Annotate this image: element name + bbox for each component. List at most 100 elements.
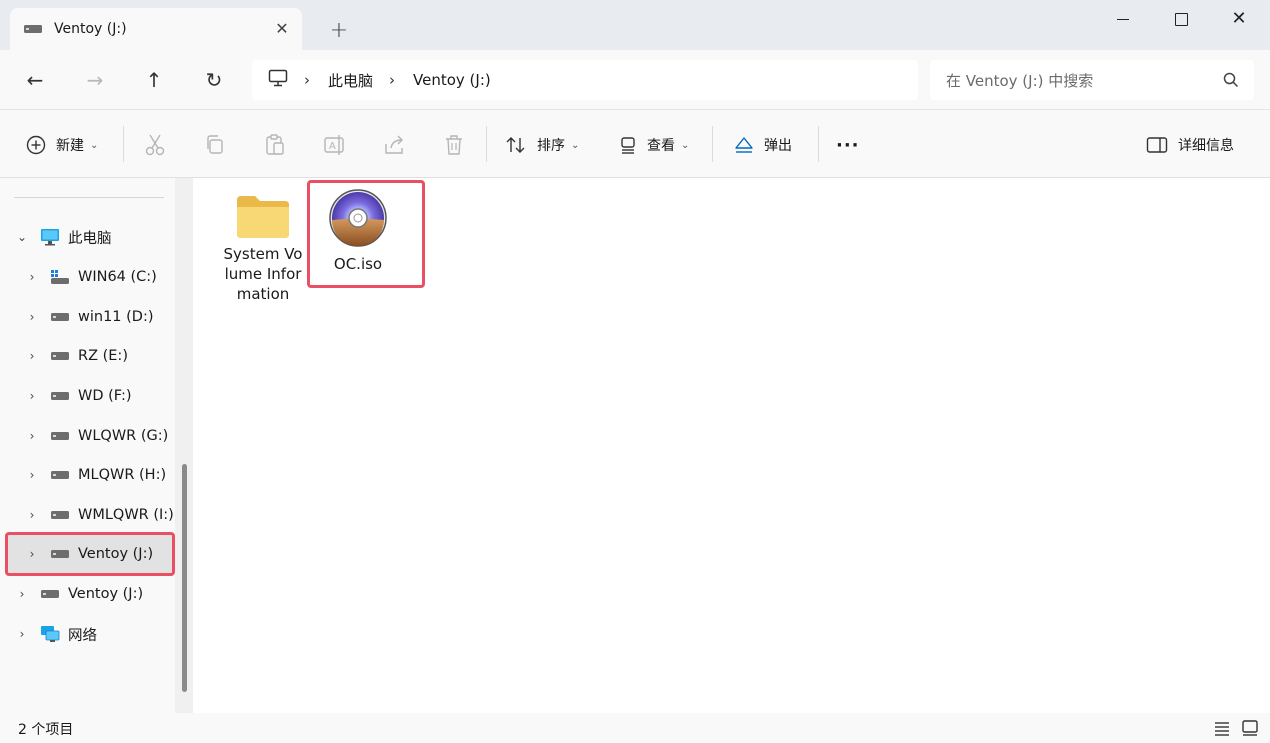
drive-icon — [50, 313, 70, 321]
search-input[interactable]: 在 Ventoy (J:) 中搜索 — [930, 60, 1254, 100]
new-tab-button[interactable]: + — [326, 18, 352, 44]
drive-icon — [40, 590, 60, 598]
sort-button[interactable]: 排序 ⌄ — [505, 130, 579, 160]
chevron-right-icon[interactable]: › — [14, 627, 30, 641]
sidebar-item-label: 网络 — [68, 627, 97, 644]
drive-icon — [24, 21, 42, 37]
eject-button[interactable]: 弹出 — [734, 130, 792, 160]
breadcrumb[interactable]: › 此电脑 › Ventoy (J:) — [252, 60, 918, 100]
refresh-button[interactable]: ↻ — [198, 64, 230, 96]
sidebar-item-network[interactable]: › 网络 — [14, 616, 97, 652]
sort-label: 排序 — [537, 138, 565, 154]
sidebar-item-drive-d[interactable]: › win11 (D:) — [24, 299, 154, 335]
network-icon — [40, 625, 60, 643]
file-selection-highlight — [307, 180, 425, 288]
divider — [818, 126, 819, 162]
windows-drive-icon — [50, 269, 70, 285]
sidebar-item-label: MLQWR (H:) — [78, 467, 167, 483]
view-icon — [621, 137, 635, 154]
sidebar-item-drive-e[interactable]: › RZ (E:) — [24, 338, 128, 374]
chevron-right-icon[interactable]: › — [24, 310, 40, 324]
drive-icon — [50, 511, 70, 519]
address-bar: ← → ↑ ↻ › 此电脑 › Ventoy (J:) 在 Ventoy (J:… — [0, 50, 1270, 110]
sidebar-item-drive-i[interactable]: › WMLQWR (I:) — [24, 497, 174, 533]
chevron-down-icon: ⌄ — [90, 139, 99, 151]
monitor-icon — [268, 69, 288, 91]
tab-close-button[interactable]: ✕ — [272, 19, 292, 39]
file-name: System Volume Information — [223, 245, 303, 303]
folder-icon — [237, 196, 289, 238]
paste-icon[interactable] — [262, 132, 288, 158]
copy-icon[interactable] — [202, 132, 228, 158]
tab-ventoy[interactable]: Ventoy (J:) ✕ — [10, 8, 302, 50]
divider — [486, 126, 487, 162]
more-options-button[interactable]: ··· — [836, 130, 860, 160]
eject-label: 弹出 — [764, 138, 792, 154]
sidebar-item-label: win11 (D:) — [78, 309, 154, 325]
forward-button[interactable]: → — [79, 64, 111, 96]
divider — [712, 126, 713, 162]
tab-title: Ventoy (J:) — [54, 21, 127, 37]
chevron-down-icon: ⌄ — [571, 139, 580, 151]
sidebar-item-label: RZ (E:) — [78, 348, 128, 364]
svg-text:A: A — [329, 141, 336, 152]
breadcrumb-ventoy[interactable]: Ventoy (J:) — [413, 71, 491, 89]
breadcrumb-this-pc[interactable]: 此电脑 — [328, 70, 373, 91]
sidebar-item-label: WIN64 (C:) — [78, 269, 157, 285]
maximize-button[interactable] — [1156, 6, 1206, 32]
divider — [14, 197, 164, 198]
sidebar-item-drive-f[interactable]: › WD (F:) — [24, 378, 132, 414]
drive-icon — [50, 352, 70, 360]
share-icon[interactable] — [382, 132, 408, 158]
breadcrumb-separator: › — [389, 71, 396, 89]
drive-icon — [50, 471, 70, 479]
chevron-right-icon[interactable]: › — [24, 389, 40, 403]
chevron-right-icon[interactable]: › — [24, 270, 40, 284]
sidebar-item-drive-j[interactable]: › Ventoy (J:) — [24, 536, 154, 572]
sidebar-item-label: Ventoy (J:) — [78, 546, 154, 562]
chevron-right-icon[interactable]: › — [24, 429, 40, 443]
sidebar-item-this-pc[interactable]: ⌄ 此电脑 — [14, 219, 112, 255]
drive-icon — [50, 550, 70, 558]
search-placeholder: 在 Ventoy (J:) 中搜索 — [946, 71, 1094, 90]
chevron-right-icon[interactable]: › — [14, 587, 30, 601]
sidebar-item-drive-g[interactable]: › WLQWR (G:) — [24, 418, 169, 454]
file-item-folder[interactable]: System Volume Information — [223, 192, 303, 304]
sidebar-item-label: WMLQWR (I:) — [78, 507, 174, 523]
up-button[interactable]: ↑ — [138, 64, 170, 96]
chevron-down-icon[interactable]: ⌄ — [14, 230, 30, 244]
sort-icon — [506, 137, 525, 153]
details-button[interactable]: 详细信息 — [1146, 130, 1234, 160]
new-button[interactable]: 新建 ⌄ — [26, 130, 98, 160]
sidebar-item-label: Ventoy (J:) — [68, 586, 144, 602]
chevron-down-icon: ⌄ — [681, 139, 690, 151]
item-count: 2 个项目 — [18, 722, 74, 738]
chevron-right-icon[interactable]: › — [24, 508, 40, 522]
back-button[interactable]: ← — [19, 64, 51, 96]
divider — [123, 126, 124, 162]
sidebar-item-drive-c[interactable]: › WIN64 (C:) — [24, 259, 157, 295]
cut-icon[interactable] — [142, 132, 168, 158]
sidebar-item-drive-h[interactable]: › MLQWR (H:) — [24, 457, 167, 493]
new-label: 新建 — [56, 138, 84, 154]
chevron-right-icon[interactable]: › — [24, 468, 40, 482]
sidebar-item-label: WLQWR (G:) — [78, 428, 169, 444]
sidebar-item-label: 此电脑 — [68, 230, 112, 247]
rename-icon[interactable]: A — [322, 132, 348, 158]
command-bar: 新建 ⌄ A 排序 ⌄ 查看 ⌄ 弹出 ··· 详细信息 — [0, 110, 1270, 178]
minimize-button[interactable] — [1098, 6, 1148, 32]
breadcrumb-separator: › — [304, 71, 310, 89]
sidebar-scrollbar-thumb[interactable] — [182, 464, 187, 692]
drive-icon — [50, 432, 70, 440]
search-icon — [1223, 72, 1239, 88]
chevron-right-icon[interactable]: › — [24, 349, 40, 363]
details-label: 详细信息 — [1178, 138, 1234, 154]
close-button[interactable]: ✕ — [1214, 6, 1264, 32]
sidebar-item-ventoy[interactable]: › Ventoy (J:) — [14, 576, 144, 612]
delete-icon[interactable] — [441, 132, 467, 158]
large-icons-view-icon[interactable] — [1241, 719, 1259, 737]
plus-circle-icon — [26, 135, 46, 155]
details-view-icon[interactable] — [1213, 719, 1231, 737]
view-button[interactable]: 查看 ⌄ — [619, 130, 689, 160]
chevron-right-icon[interactable]: › — [24, 547, 40, 561]
